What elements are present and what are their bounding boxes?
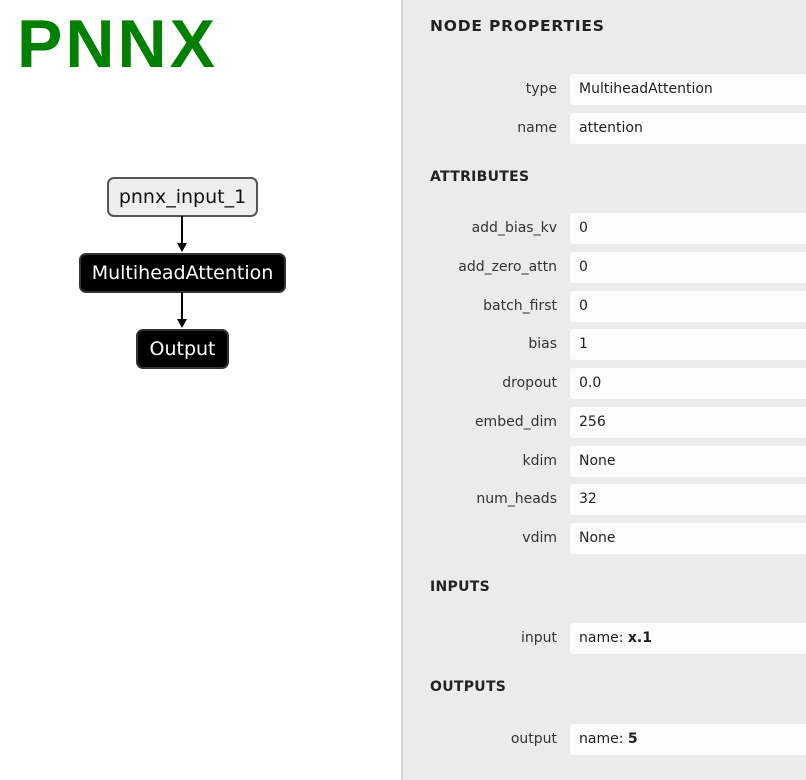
attribute-label: dropout	[502, 375, 557, 391]
attribute-value[interactable]: 0	[570, 213, 806, 244]
attribute-row: num_heads 32	[403, 484, 806, 515]
attribute-value[interactable]: None	[570, 523, 806, 554]
input-label: input	[520, 630, 557, 646]
attribute-value[interactable]: 32	[570, 484, 806, 515]
attribute-label: add_zero_attn	[458, 259, 557, 275]
attribute-row: embed_dim 256	[403, 407, 806, 438]
attribute-label: batch_first	[483, 298, 557, 314]
input-row: input name: x.1	[403, 623, 806, 654]
attribute-value[interactable]: 0	[570, 252, 806, 283]
input-name-prefix: name:	[579, 630, 628, 646]
graph-node-input[interactable]: pnnx_input_1	[107, 177, 258, 217]
attribute-value[interactable]: 256	[570, 407, 806, 438]
attribute-label: embed_dim	[474, 414, 557, 430]
output-label: output	[510, 731, 557, 747]
arrowhead-icon	[177, 243, 187, 252]
attribute-row: add_bias_kv 0	[403, 213, 806, 244]
panel-title: NODE PROPERTIES	[430, 17, 605, 35]
graph-edge	[181, 216, 183, 244]
graph-node-multiheadattention[interactable]: MultiheadAttention	[79, 253, 286, 293]
graph-edge	[181, 292, 183, 320]
output-row: output name: 5	[403, 724, 806, 755]
attribute-row: kdim None	[403, 446, 806, 477]
property-row-name: name attention	[403, 113, 806, 144]
node-properties-panel: NODE PROPERTIES type MultiheadAttention …	[401, 0, 806, 780]
attribute-label: vdim	[522, 530, 557, 546]
input-value[interactable]: name: x.1	[570, 623, 806, 654]
output-name-prefix: name:	[579, 731, 628, 747]
inputs-title: INPUTS	[430, 579, 490, 595]
attributes-title: ATTRIBUTES	[430, 169, 530, 185]
attribute-value[interactable]: 0.0	[570, 368, 806, 399]
attribute-label: kdim	[522, 453, 557, 469]
property-value[interactable]: MultiheadAttention	[570, 74, 806, 105]
graph-node-output[interactable]: Output	[136, 329, 229, 369]
outputs-title: OUTPUTS	[430, 679, 507, 695]
attribute-value[interactable]: 0	[570, 291, 806, 322]
property-label: type	[525, 81, 557, 97]
input-name: x.1	[627, 630, 652, 646]
attribute-row: bias 1	[403, 329, 806, 360]
attribute-label: num_heads	[476, 491, 557, 507]
attribute-row: vdim None	[403, 523, 806, 554]
attribute-row: dropout 0.0	[403, 368, 806, 399]
attribute-value[interactable]: 1	[570, 329, 806, 360]
property-value[interactable]: attention	[570, 113, 806, 144]
attribute-label: add_bias_kv	[471, 220, 557, 236]
output-value[interactable]: name: 5	[570, 724, 806, 755]
attribute-row: batch_first 0	[403, 291, 806, 322]
attribute-value[interactable]: None	[570, 446, 806, 477]
output-name: 5	[627, 731, 638, 747]
graph-pane: PNNX pnnx_input_1 MultiheadAttention Out…	[0, 0, 401, 780]
arrowhead-icon	[177, 319, 187, 328]
attribute-row: add_zero_attn 0	[403, 252, 806, 283]
property-row-type: type MultiheadAttention	[403, 74, 806, 105]
graph-canvas[interactable]: pnnx_input_1 MultiheadAttention Output	[0, 0, 401, 780]
property-label: name	[517, 120, 557, 136]
attribute-label: bias	[528, 336, 557, 352]
